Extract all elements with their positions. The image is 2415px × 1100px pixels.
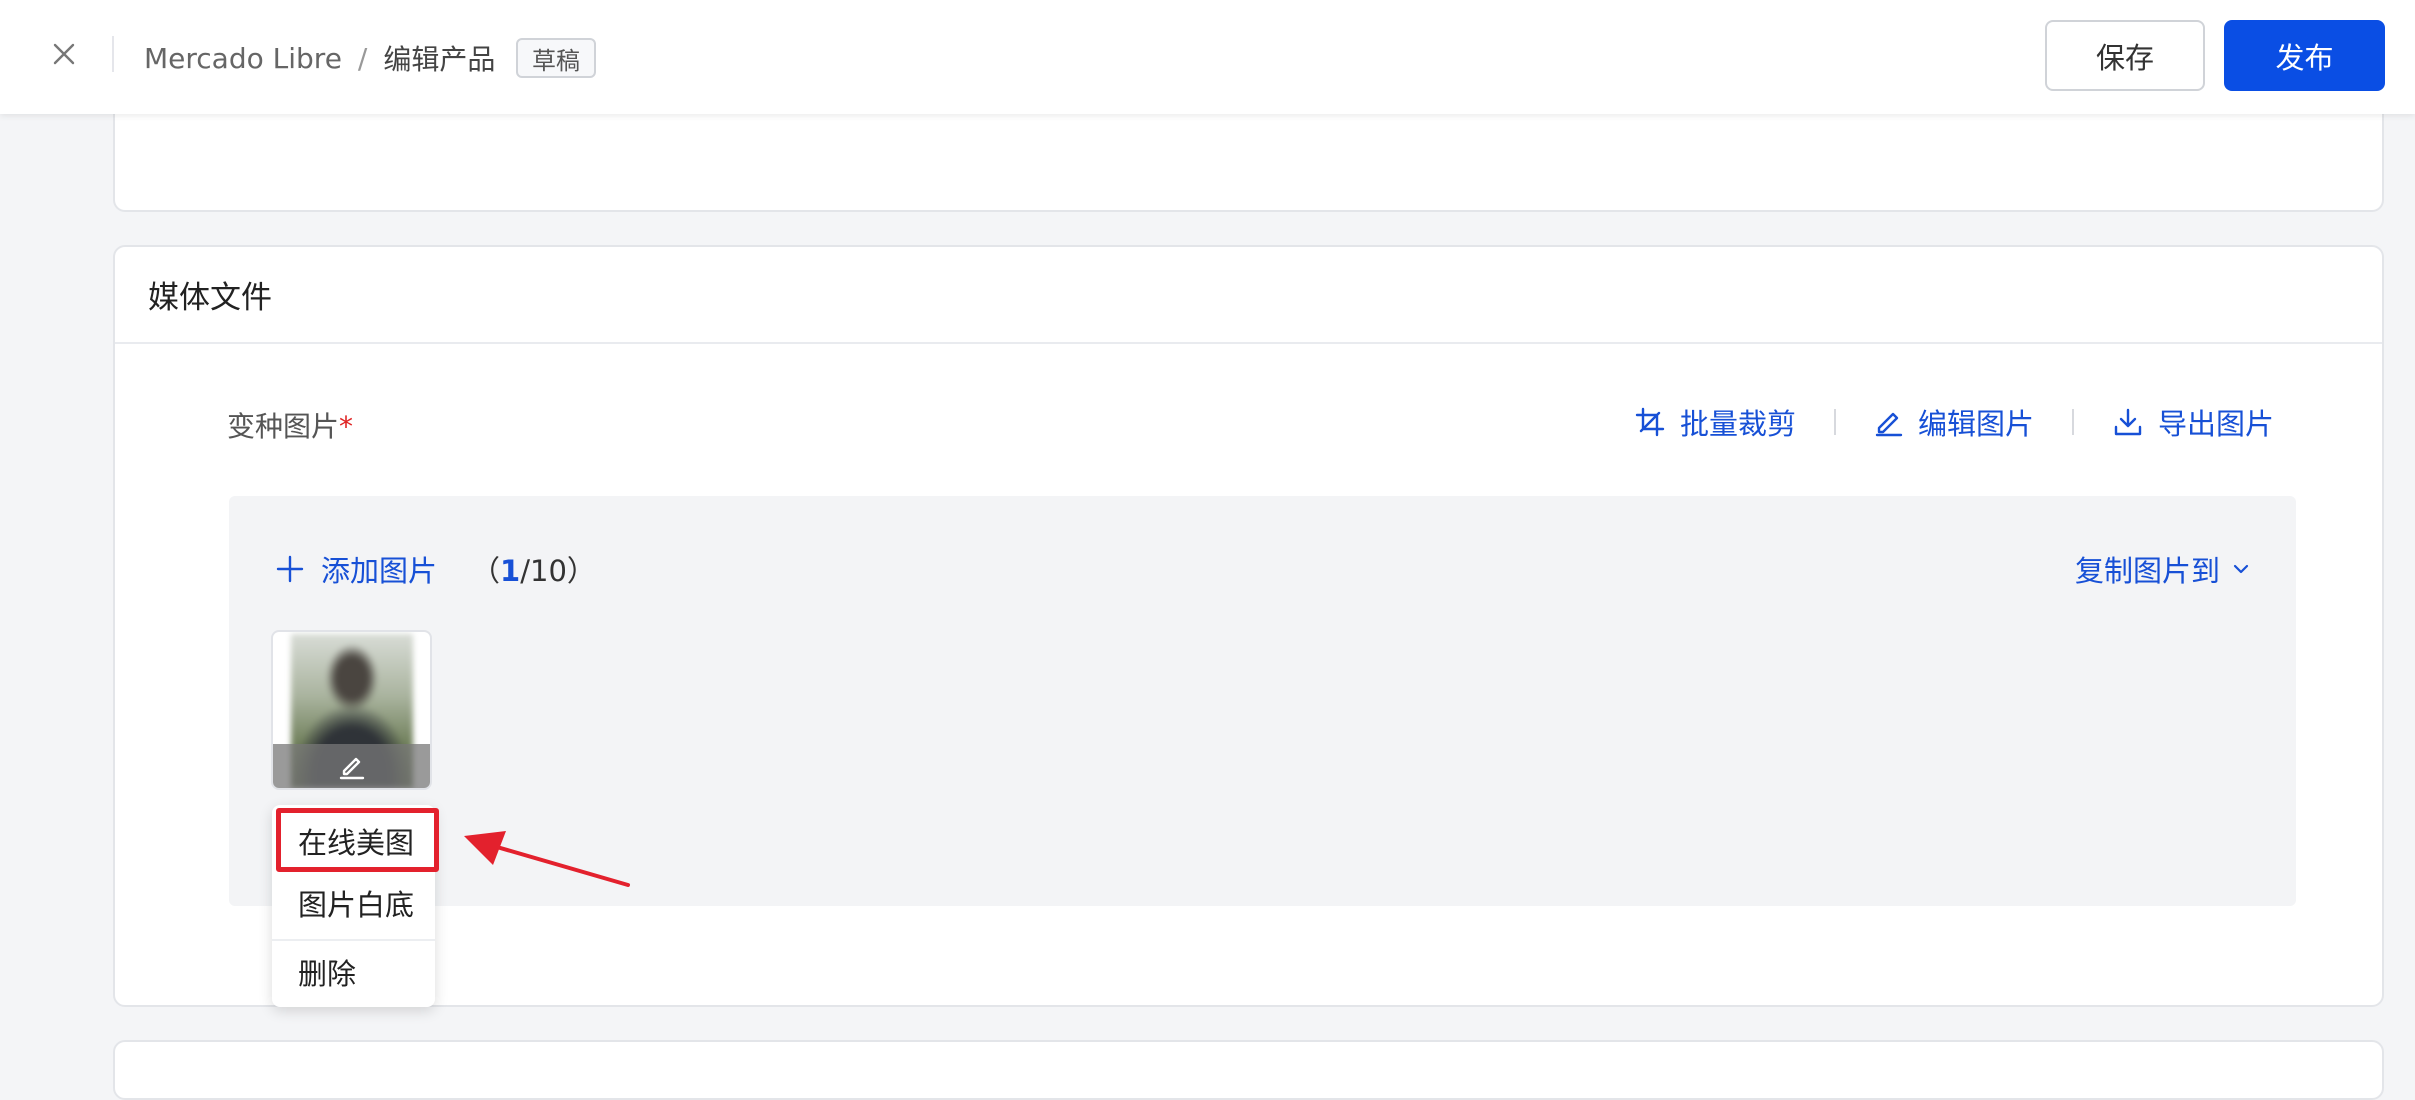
toolbar-divider xyxy=(1833,409,1836,435)
image-toolbar: 批量裁剪 编辑图片 导出图片 xyxy=(1634,397,2274,447)
required-mark: * xyxy=(339,410,354,443)
thumbnail-edit-overlay[interactable] xyxy=(273,744,430,788)
publish-button[interactable]: 发布 xyxy=(2224,20,2385,91)
top-bar: Mercado Libre / 编辑产品 草稿 保存 发布 xyxy=(0,0,2415,114)
next-section-card xyxy=(113,1040,2384,1100)
copy-images-to-label: 复制图片到 xyxy=(2074,554,2220,588)
breadcrumb: Mercado Libre / 编辑产品 xyxy=(144,36,495,80)
status-badge: 草稿 xyxy=(516,38,596,78)
plus-icon xyxy=(276,555,304,583)
pencil-icon xyxy=(339,757,364,780)
image-upload-area: 添加图片 （1/10） 复制图片到 xyxy=(229,496,2296,906)
variant-images-label: 变种图片* xyxy=(227,405,353,445)
variant-images-text: 变种图片 xyxy=(227,410,340,443)
section-title: 媒体文件 xyxy=(115,247,2382,344)
edit-images-label: 编辑图片 xyxy=(1917,407,2034,441)
counter-open: （ xyxy=(471,554,501,588)
breadcrumb-separator: / xyxy=(357,41,368,75)
counter-current: 1 xyxy=(500,554,521,588)
edit-images-button[interactable]: 编辑图片 xyxy=(1874,401,2034,443)
counter-total: /10） xyxy=(520,554,596,588)
export-images-label: 导出图片 xyxy=(2157,407,2274,441)
download-icon xyxy=(2114,408,2142,436)
header-divider xyxy=(112,36,114,72)
close-icon[interactable] xyxy=(44,34,84,74)
media-section-card: 媒体文件 变种图片* 批量裁剪 编辑图片 导出图片 添加图片 （1/10） 复制… xyxy=(113,245,2384,1007)
breadcrumb-current: 编辑产品 xyxy=(383,43,496,76)
menu-item-online-beautify[interactable]: 在线美图 xyxy=(272,809,435,873)
image-thumbnail[interactable] xyxy=(271,630,432,790)
chevron-down-icon xyxy=(2233,564,2249,574)
pencil-icon xyxy=(1875,412,1903,437)
toolbar-divider xyxy=(2071,409,2074,435)
batch-crop-button[interactable]: 批量裁剪 xyxy=(1634,401,1796,443)
breadcrumb-root[interactable]: Mercado Libre xyxy=(144,42,342,75)
export-images-button[interactable]: 导出图片 xyxy=(2112,401,2274,443)
image-action-menu: 在线美图 图片白底 删除 xyxy=(272,805,435,1007)
menu-item-white-background[interactable]: 图片白底 xyxy=(272,871,435,935)
crop-icon xyxy=(1635,407,1665,437)
save-button[interactable]: 保存 xyxy=(2045,20,2205,91)
image-counter: （1/10） xyxy=(471,548,596,590)
menu-item-delete[interactable]: 删除 xyxy=(272,939,435,1003)
copy-images-to-dropdown[interactable]: 复制图片到 xyxy=(2075,544,2252,594)
batch-crop-label: 批量裁剪 xyxy=(1679,407,1796,441)
add-image-button[interactable]: 添加图片 （1/10） xyxy=(275,544,596,594)
add-image-label: 添加图片 xyxy=(321,554,438,588)
